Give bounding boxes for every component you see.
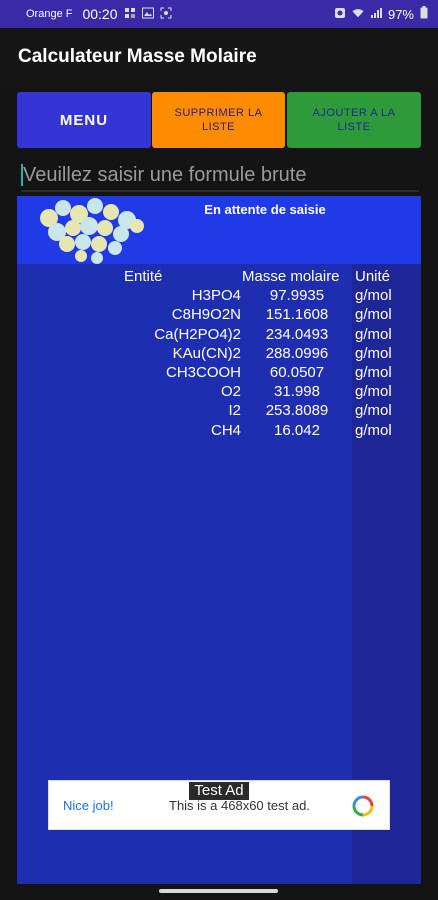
entity-cell: O2 [220,383,241,401]
mass-cell: 151.1608 [265,306,329,324]
status-message: En attente de saisie [204,202,326,217]
mass-cell: 97.9935 [269,287,325,305]
image-icon [141,7,154,22]
mass-cell: 31.998 [274,383,320,401]
unit-cell: g/mol [355,306,392,324]
delete-list-button[interactable]: SUPPRIMER LA LISTE [152,92,285,148]
status-bar-left: Orange F 00:20 [26,6,172,22]
scan-icon [160,7,172,22]
status-bar-right: 97% [334,6,428,22]
ad-cta[interactable]: Nice job! [63,798,114,813]
status-bar: Orange F 00:20 97% [0,0,438,28]
ad-text: This is a 468x60 test ad. [169,798,310,813]
entity-column-header: Entité [124,268,163,285]
menu-button-label: MENU [59,111,109,129]
entity-cell: Ca(H2PO4)2 [154,325,241,343]
menu-button[interactable]: MENU [17,92,151,148]
unit-cell: g/mol [355,421,392,439]
table-row[interactable]: Ca(H2PO4)2 234.0493 g/mol [17,326,421,345]
add-to-list-button[interactable]: AJOUTER A LA LISTE [287,92,421,148]
table-row[interactable]: H3PO4 97.9935 g/mol [17,287,421,306]
table-row[interactable]: O2 31.998 g/mol [17,383,421,402]
table-row[interactable]: I2 253.8089 g/mol [17,402,421,421]
table-row[interactable]: C8H9O2N 151.1608 g/mol [17,306,421,325]
signal-icon [370,7,382,22]
unit-cell: g/mol [355,383,392,401]
text-cursor [21,164,23,186]
mass-cell: 288.0996 [265,344,329,362]
clock: 00:20 [82,6,118,22]
wifi-icon [352,7,364,22]
ad-logo-icon [352,795,374,817]
entity-cell: KAu(CN)2 [172,344,241,362]
add-to-list-button-label: AJOUTER A LA LISTE [312,107,396,133]
formula-input[interactable] [21,160,419,192]
table-row[interactable]: CH4 16.042 g/mol [17,422,421,441]
alarm-icon [334,7,346,22]
mass-cell: 60.0507 [269,363,325,381]
entity-cell: H3PO4 [191,287,241,305]
mass-column-header: Masse molaire [242,268,340,285]
unit-cell: g/mol [355,363,392,381]
battery-icon [420,6,428,22]
entity-cell: C8H9O2N [171,306,241,324]
unit-cell: g/mol [355,325,392,343]
unit-column-header: Unité [355,268,391,285]
mass-cell: 234.0493 [265,325,329,343]
test-ad-label: Test Ad [189,782,249,800]
app-bar: Calculateur Masse Molaire [0,28,438,88]
table-header: Entité Masse molaire Unité [17,268,421,287]
mass-cell: 16.042 [274,421,320,439]
carrier-label: Orange F [26,8,73,20]
table-row[interactable]: CH3COOH 60.0507 g/mol [17,364,421,383]
notification-icon [124,7,136,22]
home-gesture-bar[interactable] [159,889,278,893]
delete-list-button-label: SUPPRIMER LA LISTE [174,107,263,133]
app-title: Calculateur Masse Molaire [18,46,257,67]
entity-cell: CH4 [210,421,241,439]
unit-cell: g/mol [355,287,392,305]
mass-cell: 253.8089 [265,402,329,420]
battery-level: 97% [387,6,414,22]
results-table: Entité Masse molaire Unité H3PO4 97.9935… [17,268,421,441]
unit-cell: g/mol [355,344,392,362]
entity-cell: CH3COOH [165,363,241,381]
table-row[interactable]: KAu(CN)2 288.0996 g/mol [17,345,421,364]
unit-cell: g/mol [355,402,392,420]
entity-cell: I2 [228,402,241,420]
